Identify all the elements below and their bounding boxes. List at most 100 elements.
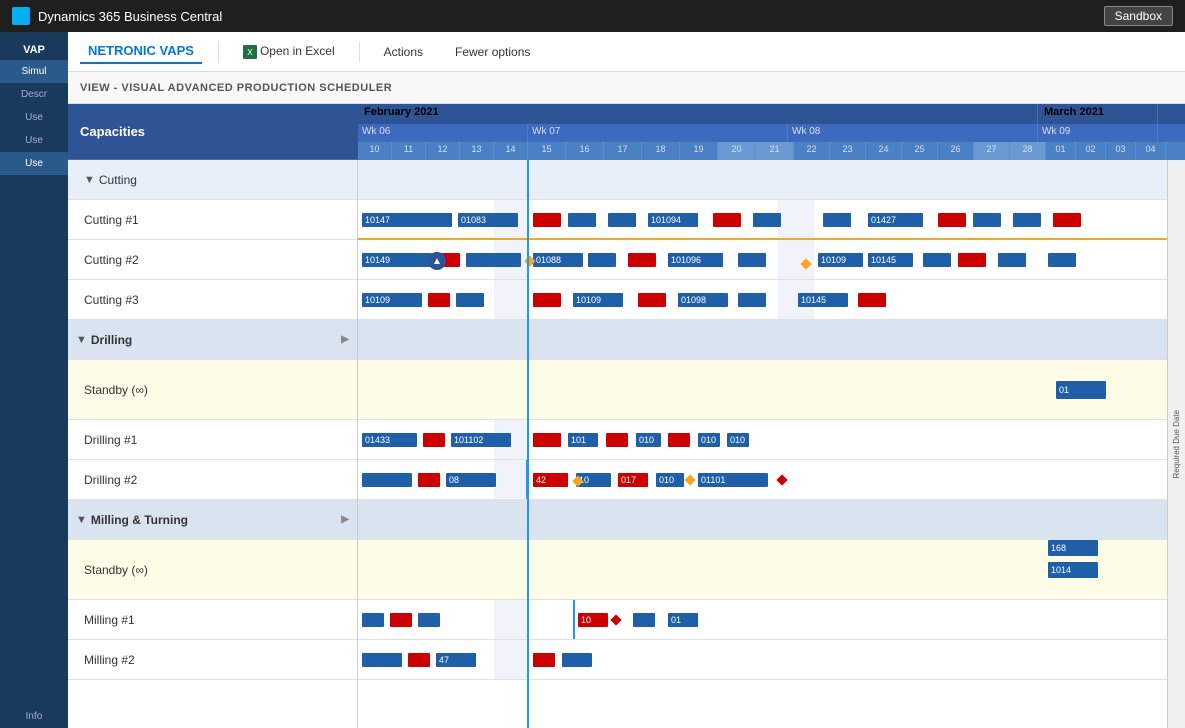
task-bar-m2-c[interactable] [533,653,555,667]
milling-2-text: Milling #2 [84,653,135,667]
task-bar-101096[interactable]: 101096 [668,253,723,267]
task-bar-01433[interactable]: 01433 [362,433,417,447]
task-bar-101094[interactable]: 101094 [648,213,698,227]
task-bar-cut2-f[interactable] [923,253,951,267]
task-bar-m1-c[interactable] [633,613,655,627]
tab-netronic-vaps[interactable]: NETRONIC VAPS [80,39,202,64]
task-bar-cut2-b[interactable] [466,253,521,267]
task-bar-m2-a[interactable] [362,653,402,667]
sub-header-title: VIEW - VISUAL ADVANCED PRODUCTION SCHEDU… [80,82,392,94]
task-bar-cut1-k[interactable] [1053,213,1081,227]
task-bar-cut1-g[interactable] [823,213,851,227]
task-bar-01098[interactable]: 01098 [678,293,728,307]
week-06: Wk 06 [358,124,528,142]
task-bar-milling-standby-a[interactable]: 168 [1048,540,1098,556]
task-bar-10109-b[interactable]: 10109 [573,293,623,307]
task-bar-cut3-b[interactable] [456,293,484,307]
task-bar-10145[interactable]: 10145 [868,253,913,267]
task-bar-dr1-red[interactable] [423,433,445,447]
task-bar-cut2-h[interactable] [998,253,1026,267]
task-bar-dr1-h[interactable]: 010 [727,433,749,447]
task-bar-10109[interactable]: 10109 [362,293,422,307]
task-bar-01083[interactable]: 01083 [458,213,518,227]
content-area: NETRONIC VAPS XOpen in Excel Actions Few… [68,32,1185,728]
task-bar-m1-01[interactable]: 01 [668,613,698,627]
task-bar-dr1-c[interactable]: 101 [568,433,598,447]
task-bar-10145-b[interactable]: 10145 [798,293,848,307]
task-bar-cut3-e[interactable] [738,293,766,307]
drilling-1-text: Drilling #1 [84,433,137,447]
sidebar-item-use1[interactable]: Use [0,106,68,129]
task-bar-cut1-c[interactable] [568,213,596,227]
task-bar-cut2-g[interactable] [958,253,986,267]
sidebar-bottom-info[interactable]: Info [0,705,68,728]
task-bar-dr1-f[interactable] [668,433,690,447]
task-bar-dr2-red-b[interactable]: 42 [533,473,568,487]
task-bar-m2-d[interactable] [562,653,592,667]
task-bar-01427[interactable]: 01427 [868,213,923,227]
task-bar-cut3-d[interactable] [638,293,666,307]
task-bar-10109[interactable]: 10109 [818,253,863,267]
weekend-shade-9 [494,600,528,639]
excel-icon: X [243,45,257,59]
btn-actions[interactable]: Actions [376,41,431,63]
task-bar-cut2-e[interactable] [738,253,766,267]
weekend-shade-2 [778,200,814,239]
day-10: 10 [358,142,392,160]
task-bar-m1-a[interactable] [362,613,384,627]
gantt-header-area: February 2021 March 2021 Wk 06 Wk 07 Wk … [358,104,1185,160]
btn-fewer-options[interactable]: Fewer options [447,41,538,63]
milling-expand-icon[interactable]: ▶ [341,514,349,525]
task-bar-m2-red[interactable] [408,653,430,667]
sidebar-item-use2[interactable]: Use [0,129,68,152]
task-bar-dr1-g[interactable]: 010 [698,433,720,447]
btn-open-excel[interactable]: XOpen in Excel [235,40,343,64]
task-bar-10149[interactable]: 10149 [362,253,432,267]
column-header: Capacities [68,104,358,160]
gantt-milling-2-row: 47 [358,640,1185,680]
task-bar-dr1-b[interactable] [533,433,561,447]
cutting-1-text: Cutting #1 [84,213,139,227]
task-bar-dr2-d[interactable]: 010 [656,473,684,487]
drilling-expand-icon[interactable]: ▶ [341,334,349,345]
milling-1-label: Milling #1 [68,600,357,640]
task-bar-cut1-e[interactable] [713,213,741,227]
task-bar-01101[interactable]: 01101 [698,473,768,487]
task-bar-dr2-a[interactable] [362,473,412,487]
task-bar-m2-b[interactable]: 47 [436,653,476,667]
task-bar-milling-standby-b[interactable]: 1014 [1048,562,1098,578]
task-bar-m1-red[interactable] [390,613,412,627]
sidebar: VAP Simul Descr Use Use Use Info [0,32,68,728]
nav-arrow-up[interactable]: ▲ [428,252,446,270]
task-bar-101102[interactable]: 101102 [451,433,511,447]
task-bar-dr2-08[interactable]: 08 [446,473,496,487]
task-bar-m1-10[interactable]: 10 [578,613,608,627]
task-bar-drilling-standby[interactable]: 01 [1056,381,1106,399]
drilling-2-label: Drilling #2 [68,460,357,500]
task-bar-cut3-red[interactable] [428,293,450,307]
task-bar-cut1-d[interactable] [608,213,636,227]
task-bar-cut3-c[interactable] [533,293,561,307]
task-bar-dr2-c[interactable]: 017 [618,473,648,487]
task-bar-101427-cut1-a[interactable]: 10147 [362,213,452,227]
task-bar-01088[interactable]: 01088 [533,253,583,267]
task-bar-dr2-red[interactable] [418,473,440,487]
app-logo [12,7,30,25]
day-19: 19 [680,142,718,160]
task-bar-dr1-e[interactable]: 010 [636,433,661,447]
task-bar-cut1-j[interactable] [1013,213,1041,227]
month-feb: February 2021 [358,104,1038,124]
task-bar-cut1-b[interactable] [533,213,561,227]
sidebar-item-simul[interactable]: Simul [0,60,68,83]
task-bar-cut2-d[interactable] [628,253,656,267]
sidebar-item-use3[interactable]: Use [0,152,68,175]
task-bar-cut3-f[interactable] [858,293,886,307]
task-bar-cut1-i[interactable] [973,213,1001,227]
task-bar-cut1-f[interactable] [753,213,781,227]
task-bar-cut2-i[interactable] [1048,253,1076,267]
task-bar-cut2-c[interactable] [588,253,616,267]
task-bar-cut1-h[interactable] [938,213,966,227]
task-bar-dr1-d[interactable] [606,433,628,447]
sidebar-item-descr[interactable]: Descr [0,83,68,106]
task-bar-m1-b[interactable] [418,613,440,627]
